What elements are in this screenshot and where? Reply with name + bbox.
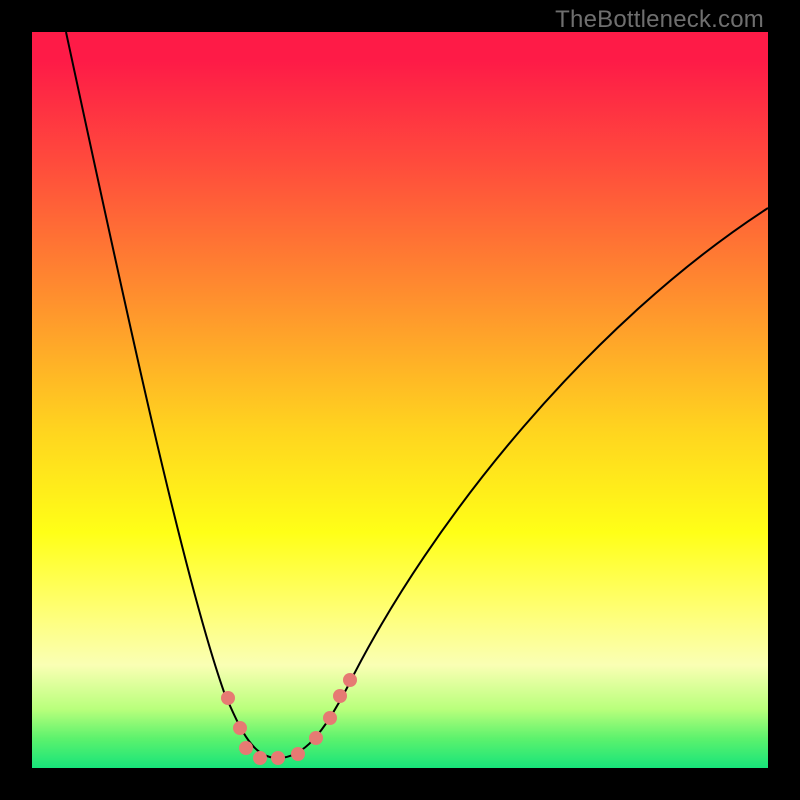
curve-marker: [221, 691, 235, 705]
frame-right: [768, 0, 800, 800]
curve-marker: [233, 721, 247, 735]
frame-left: [0, 0, 32, 800]
curve-marker: [323, 711, 337, 725]
bottleneck-curve: [32, 32, 768, 768]
curve-marker: [291, 747, 305, 761]
curve-path: [66, 32, 768, 758]
curve-marker: [271, 751, 285, 765]
curve-marker: [309, 731, 323, 745]
curve-marker: [253, 751, 267, 765]
frame-bottom: [0, 768, 800, 800]
curve-marker: [333, 689, 347, 703]
watermark-text: TheBottleneck.com: [555, 6, 764, 34]
curve-marker: [343, 673, 357, 687]
curve-marker: [239, 741, 253, 755]
chart-plot-area: [32, 32, 768, 768]
